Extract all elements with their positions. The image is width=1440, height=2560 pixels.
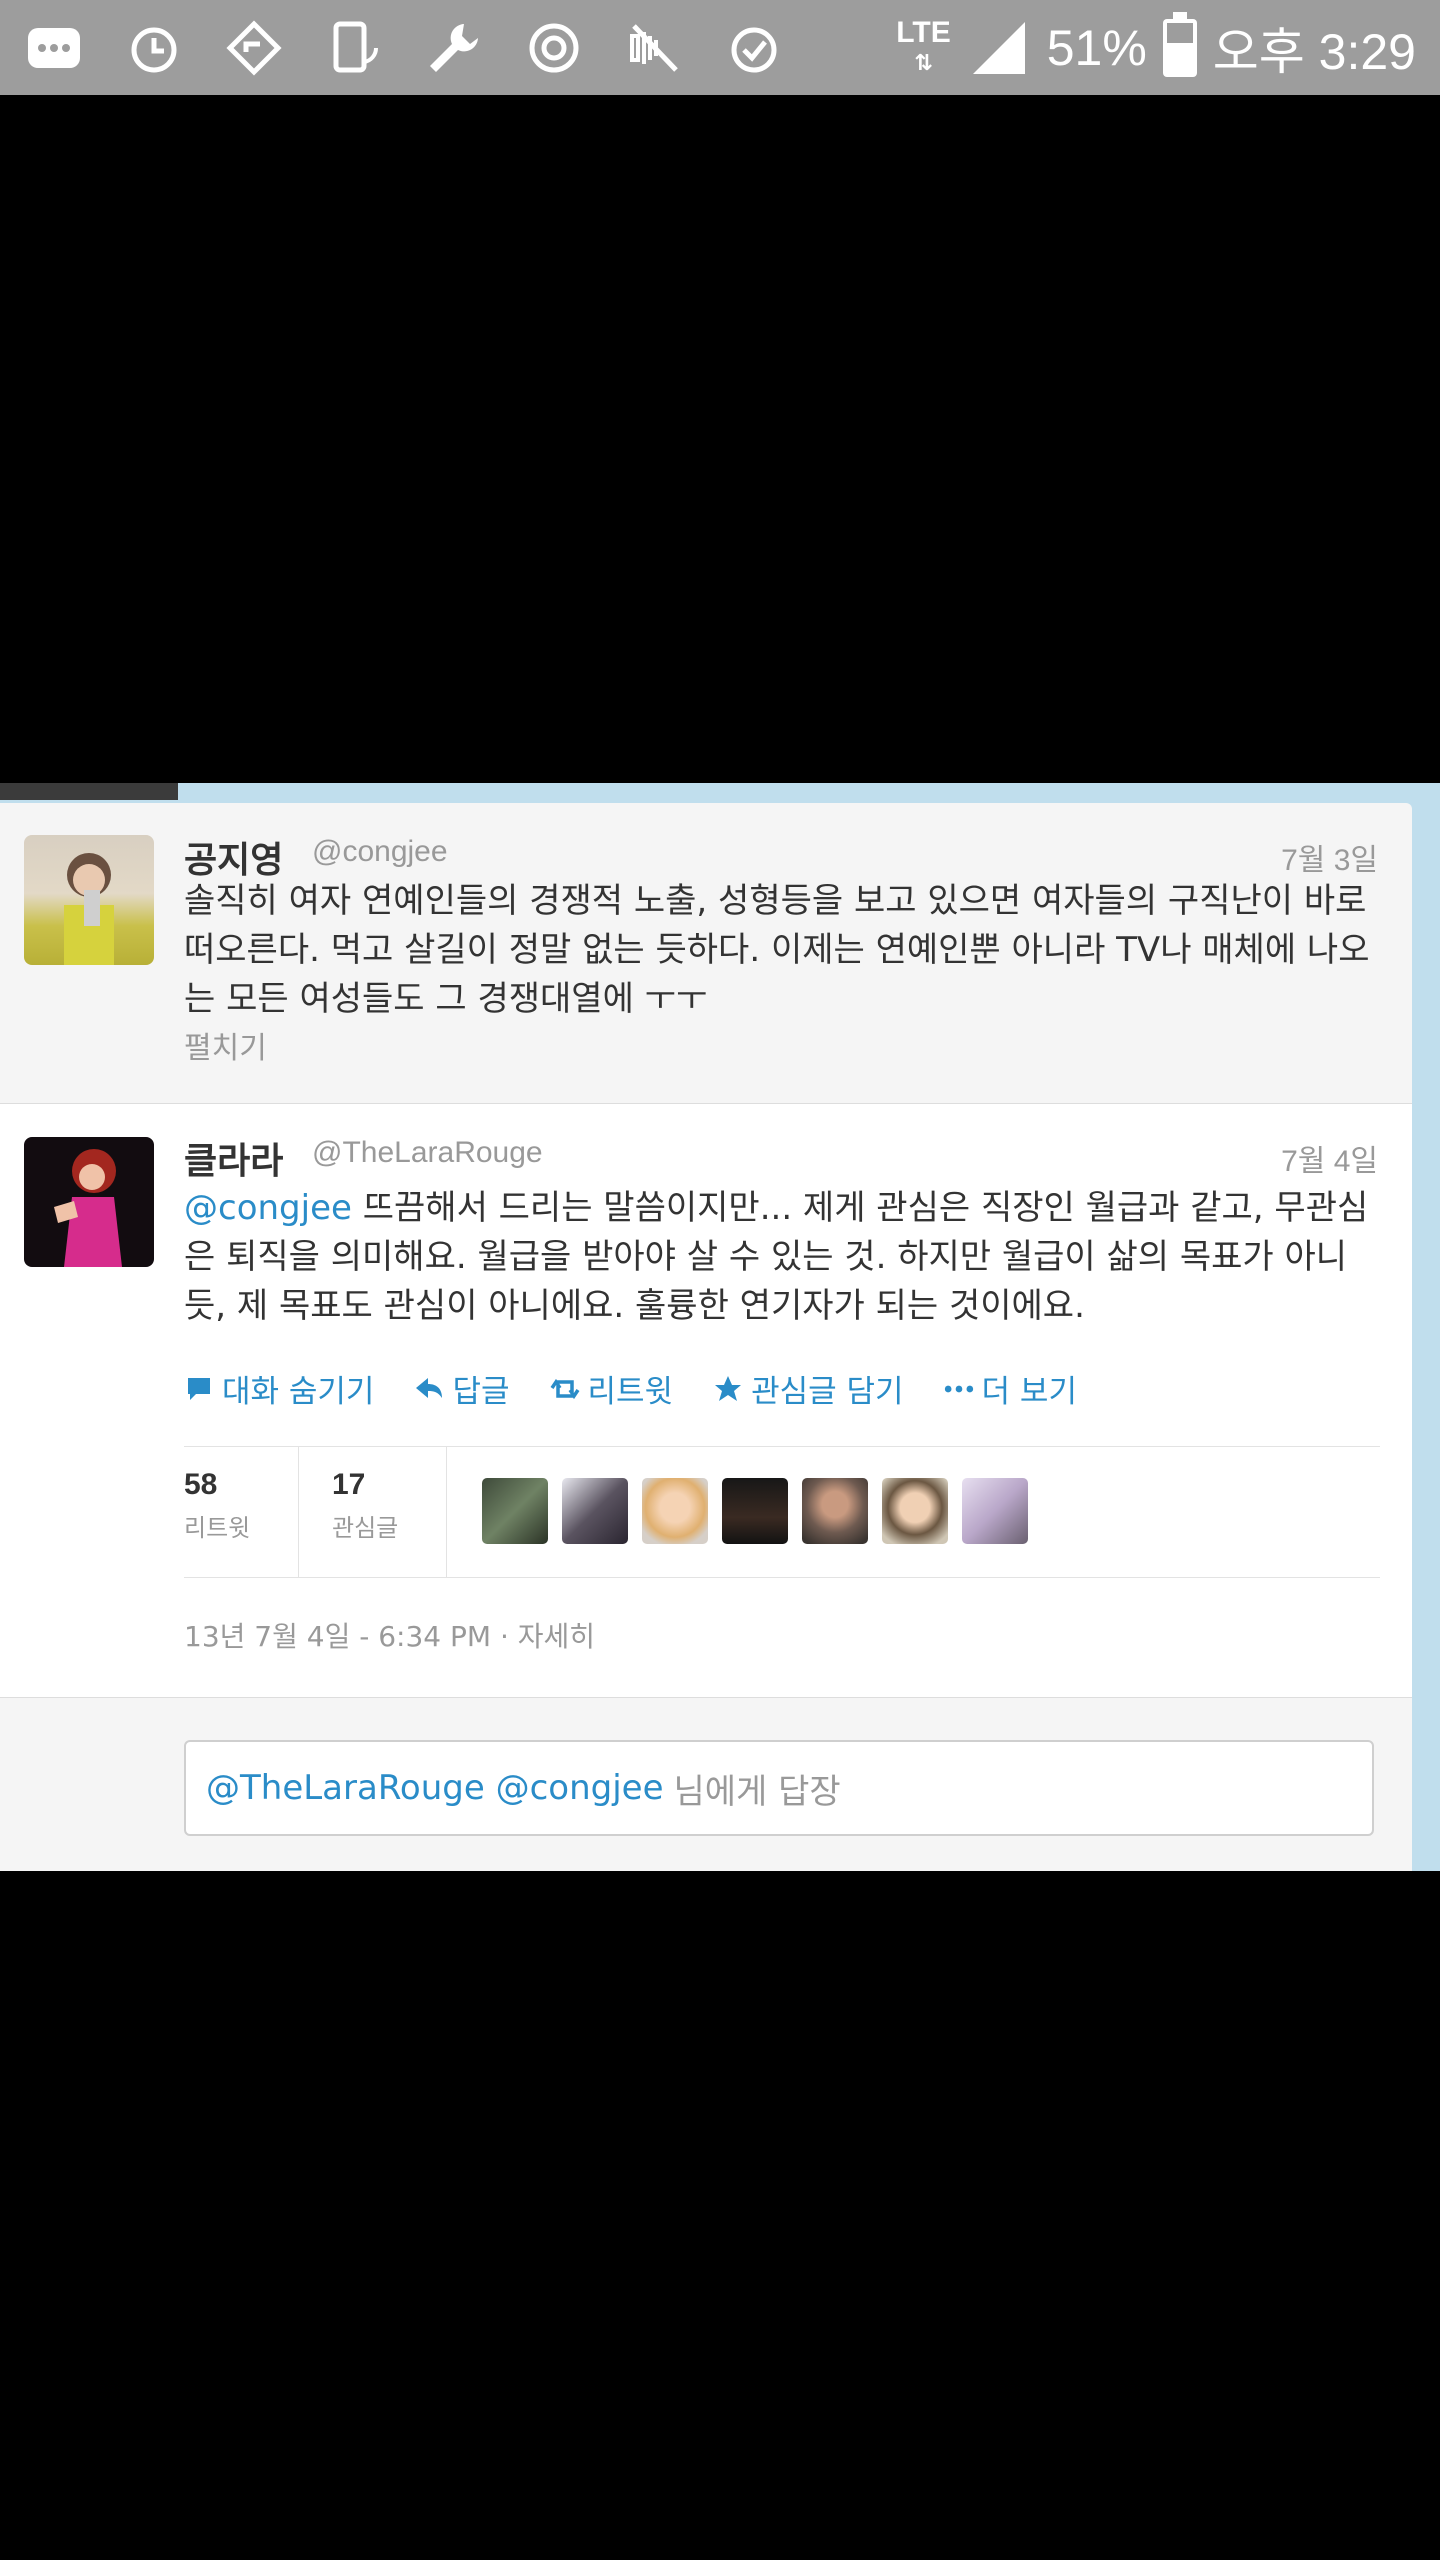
battery-icon bbox=[1162, 11, 1197, 77]
sync-icon bbox=[522, 16, 586, 80]
tweet-reply[interactable]: 클라라 @TheLaraRouge 7월 4일 @congjee 뜨끔해서 드리… bbox=[0, 1104, 1412, 1698]
mention-link[interactable]: @congjee bbox=[184, 1188, 352, 1228]
tweet-screenshot: 공지영 @congjee 7월 3일 솔직히 여자 연예인들의 경쟁적 노출, … bbox=[0, 783, 1440, 1871]
tweet-text: 솔직히 여자 연예인들의 경쟁적 노출, 성형등을 보고 있으면 여자들의 구직… bbox=[184, 881, 1370, 1019]
expand-link[interactable]: 펼치기 bbox=[184, 1023, 267, 1067]
reply-mentions: @TheLaraRouge @congjee bbox=[206, 1768, 664, 1808]
retweet-button[interactable]: 리트윗 bbox=[550, 1366, 673, 1411]
wrench-icon bbox=[422, 16, 486, 80]
more-button[interactable]: 더 보기 bbox=[944, 1366, 1077, 1411]
tweet-text: @congjee 뜨끔해서 드리는 말씀이지만... 제게 관심은 직장인 월급… bbox=[184, 1184, 1384, 1331]
signal-icon bbox=[967, 16, 1031, 80]
avatar[interactable] bbox=[24, 1137, 154, 1267]
tweet-body: 뜨끔해서 드리는 말씀이지만... 제게 관심은 직장인 월급과 같고, 무관심… bbox=[184, 1188, 1369, 1326]
tweet-card: 공지영 @congjee 7월 3일 솔직히 여자 연예인들의 경쟁적 노출, … bbox=[0, 803, 1412, 1871]
user-thumbnail[interactable] bbox=[882, 1478, 948, 1544]
user-thumbnail[interactable] bbox=[642, 1478, 708, 1544]
divider bbox=[298, 1447, 299, 1577]
navigation-icon bbox=[222, 16, 286, 80]
tweet-actions: 대화 숨기기 답글 리트윗 관심글 담기 더 보기 bbox=[184, 1366, 1077, 1411]
author-name[interactable]: 클라라 bbox=[184, 1132, 283, 1184]
reply-arrow-icon bbox=[416, 1377, 443, 1398]
author-handle[interactable]: @congjee bbox=[312, 835, 448, 869]
tweet-date[interactable]: 7월 4일 bbox=[1281, 1136, 1378, 1180]
tweet-timestamp[interactable]: 13년 7월 4일 - 6:34 PM · 자세히 bbox=[184, 1615, 595, 1655]
status-bar: LTE ⇅ 51% 오후 3:29 bbox=[0, 0, 1440, 95]
reply-placeholder: 님에게 답장 bbox=[673, 1771, 841, 1812]
clock: 오후 3:29 bbox=[1212, 23, 1416, 80]
divider bbox=[184, 1446, 1380, 1447]
hide-conversation-button[interactable]: 대화 숨기기 bbox=[184, 1366, 374, 1411]
user-thumbnail[interactable] bbox=[962, 1478, 1028, 1544]
author-handle[interactable]: @TheLaraRouge bbox=[312, 1136, 543, 1170]
user-thumbnail[interactable] bbox=[722, 1478, 788, 1544]
retweet-icon bbox=[550, 1378, 579, 1399]
more-dots-icon bbox=[944, 1385, 973, 1392]
divider bbox=[184, 1577, 1380, 1578]
favorite-count[interactable]: 17 관심글 bbox=[332, 1468, 398, 1543]
tweet-date[interactable]: 7월 3일 bbox=[1281, 835, 1378, 879]
speech-bubble-icon bbox=[188, 1377, 210, 1400]
alarm-check-icon bbox=[722, 16, 786, 80]
favorite-button[interactable]: 관심글 담기 bbox=[713, 1366, 904, 1411]
user-thumbnail[interactable] bbox=[482, 1478, 548, 1544]
star-icon bbox=[715, 1375, 742, 1401]
screen-rotate-icon bbox=[322, 16, 386, 80]
user-thumbnail[interactable] bbox=[802, 1478, 868, 1544]
reply-input[interactable]: @TheLaraRouge @congjee 님에게 답장 bbox=[184, 1740, 1374, 1836]
frame-bar bbox=[0, 783, 178, 800]
chat-icon bbox=[22, 16, 86, 80]
system-indicators: LTE ⇅ 51% 오후 3:29 bbox=[896, 0, 1416, 95]
retweet-count[interactable]: 58 리트윗 bbox=[184, 1468, 250, 1543]
notification-icons bbox=[22, 0, 786, 95]
tweet-original[interactable]: 공지영 @congjee 7월 3일 솔직히 여자 연예인들의 경쟁적 노출, … bbox=[0, 803, 1412, 1104]
divider bbox=[446, 1447, 447, 1577]
alarm-icon bbox=[122, 16, 186, 80]
reply-area: @TheLaraRouge @congjee 님에게 답장 bbox=[0, 1698, 1412, 1871]
battery-percent: 51% bbox=[1046, 19, 1147, 76]
avatar[interactable] bbox=[24, 835, 154, 965]
reply-button[interactable]: 답글 bbox=[414, 1366, 510, 1411]
network-type: LTE ⇅ bbox=[896, 15, 951, 75]
author-name[interactable]: 공지영 bbox=[184, 831, 283, 883]
user-thumbnail[interactable] bbox=[562, 1478, 628, 1544]
mute-icon bbox=[622, 16, 686, 80]
